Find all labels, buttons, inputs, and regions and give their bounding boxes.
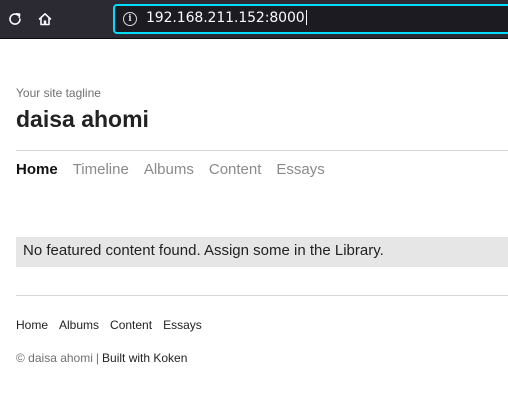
url-input[interactable]: 192.168.211.152:8000 <box>146 10 307 26</box>
nav-home[interactable]: Home <box>16 161 58 178</box>
info-icon[interactable] <box>123 12 137 26</box>
nav-content[interactable]: Content <box>209 161 262 178</box>
header-divider <box>16 150 508 151</box>
site-tagline: Your site tagline <box>16 86 101 100</box>
footer-link-content[interactable]: Content <box>110 318 152 332</box>
reload-icon <box>9 13 21 25</box>
page-content: Your site tagline daisa ahomi Home Timel… <box>0 39 508 403</box>
browser-toolbar: 192.168.211.152:8000 <box>0 0 508 39</box>
address-bar[interactable]: 192.168.211.152:8000 <box>113 4 508 34</box>
footer-nav: Home Albums Content Essays <box>16 318 213 332</box>
home-button[interactable] <box>32 6 58 32</box>
text-caret <box>305 10 307 25</box>
url-text: 192.168.211.152:8000 <box>146 10 305 26</box>
nav-timeline[interactable]: Timeline <box>73 161 129 178</box>
footer-link-home[interactable]: Home <box>16 318 48 332</box>
featured-notice: No featured content found. Assign some i… <box>16 237 508 267</box>
footer-divider <box>16 295 508 296</box>
footer-link-essays[interactable]: Essays <box>163 318 202 332</box>
copyright-line: © daisa ahomi | Built with Koken <box>16 351 187 365</box>
built-with-koken-link[interactable]: Built with Koken <box>102 351 187 365</box>
home-icon <box>38 13 52 26</box>
site-title[interactable]: daisa ahomi <box>16 106 149 133</box>
nav-essays[interactable]: Essays <box>276 161 324 178</box>
footer-link-albums[interactable]: Albums <box>59 318 99 332</box>
copyright-separator: | <box>95 351 100 365</box>
nav-albums[interactable]: Albums <box>144 161 194 178</box>
main-nav: Home Timeline Albums Content Essays <box>16 161 340 178</box>
copyright-text: © daisa ahomi <box>16 351 93 365</box>
reload-button[interactable] <box>2 6 28 32</box>
